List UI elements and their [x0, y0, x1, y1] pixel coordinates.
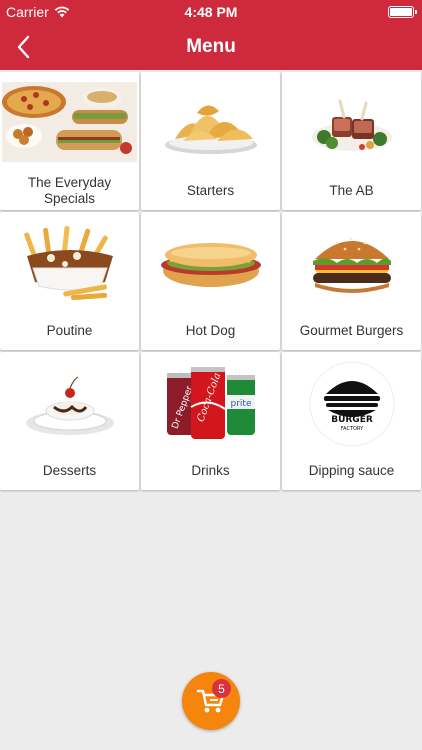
logo-tagline: FACTORY	[340, 426, 363, 432]
menu-card-poutine[interactable]: Poutine	[0, 212, 139, 350]
category-label: The AB	[329, 183, 374, 198]
menu-card-hot-dog[interactable]: Hot Dog	[141, 212, 280, 350]
status-bar: Carrier 4:48 PM	[0, 0, 422, 24]
svg-text:prite: prite	[230, 399, 251, 409]
menu-grid: The Everyday Specials Starters The AB Po…	[0, 72, 422, 490]
dipping-sauce-image: BURGER FACTORY	[288, 360, 415, 448]
cart-button[interactable]: 5	[182, 672, 240, 730]
menu-card-drinks[interactable]: Dr Pepper Coca-Cola prite Drinks	[141, 352, 280, 490]
category-label: The Everyday Specials	[27, 175, 112, 206]
category-label: Gourmet Burgers	[299, 323, 404, 338]
cart-count-badge: 5	[212, 679, 231, 698]
menu-card-everyday-specials[interactable]: The Everyday Specials	[0, 72, 139, 210]
everyday-specials-image	[2, 82, 137, 162]
page-title: Menu	[186, 36, 236, 57]
category-label: Dipping sauce	[308, 463, 395, 478]
gourmet-burgers-image	[288, 220, 415, 308]
logo-text: BURGER	[331, 415, 373, 425]
drinks-image: Dr Pepper Coca-Cola prite	[147, 360, 274, 448]
menu-card-the-ab[interactable]: The AB	[282, 72, 421, 210]
navigation-bar: Menu	[0, 24, 422, 70]
hot-dog-image	[147, 220, 274, 308]
battery-icon	[388, 6, 417, 18]
the-ab-image	[288, 80, 415, 168]
desserts-image	[6, 360, 133, 448]
menu-card-starters[interactable]: Starters	[141, 72, 280, 210]
category-label: Drinks	[191, 463, 230, 478]
category-label: Hot Dog	[185, 323, 236, 338]
poutine-image	[6, 220, 133, 308]
category-label: Starters	[186, 183, 235, 198]
category-label: Desserts	[42, 463, 97, 478]
starters-image	[147, 80, 274, 168]
menu-card-desserts[interactable]: Desserts	[0, 352, 139, 490]
clock: 4:48 PM	[184, 4, 238, 20]
category-label: Poutine	[46, 323, 93, 338]
menu-card-dipping-sauce[interactable]: BURGER FACTORY Dipping sauce	[282, 352, 421, 490]
menu-card-gourmet-burgers[interactable]: Gourmet Burgers	[282, 212, 421, 350]
